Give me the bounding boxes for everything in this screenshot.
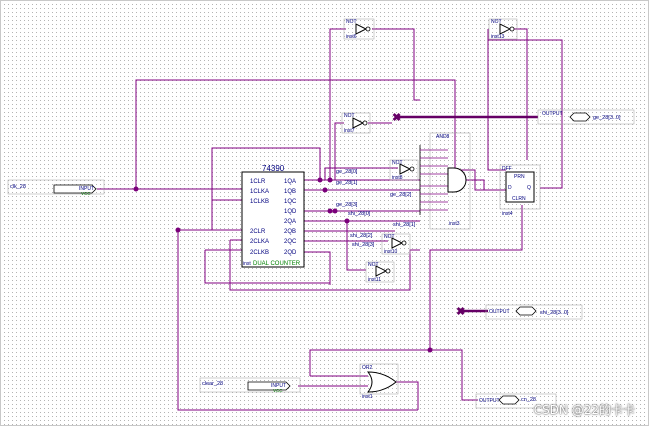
watermark: CSDN @22的卡卡 xyxy=(533,403,635,417)
window-frame xyxy=(0,0,649,426)
schematic-canvas[interactable]: ✖ ✖ 74390 1CLR 1CLKA 1CLKB 2CLR 2CLKA 2C… xyxy=(0,0,649,426)
